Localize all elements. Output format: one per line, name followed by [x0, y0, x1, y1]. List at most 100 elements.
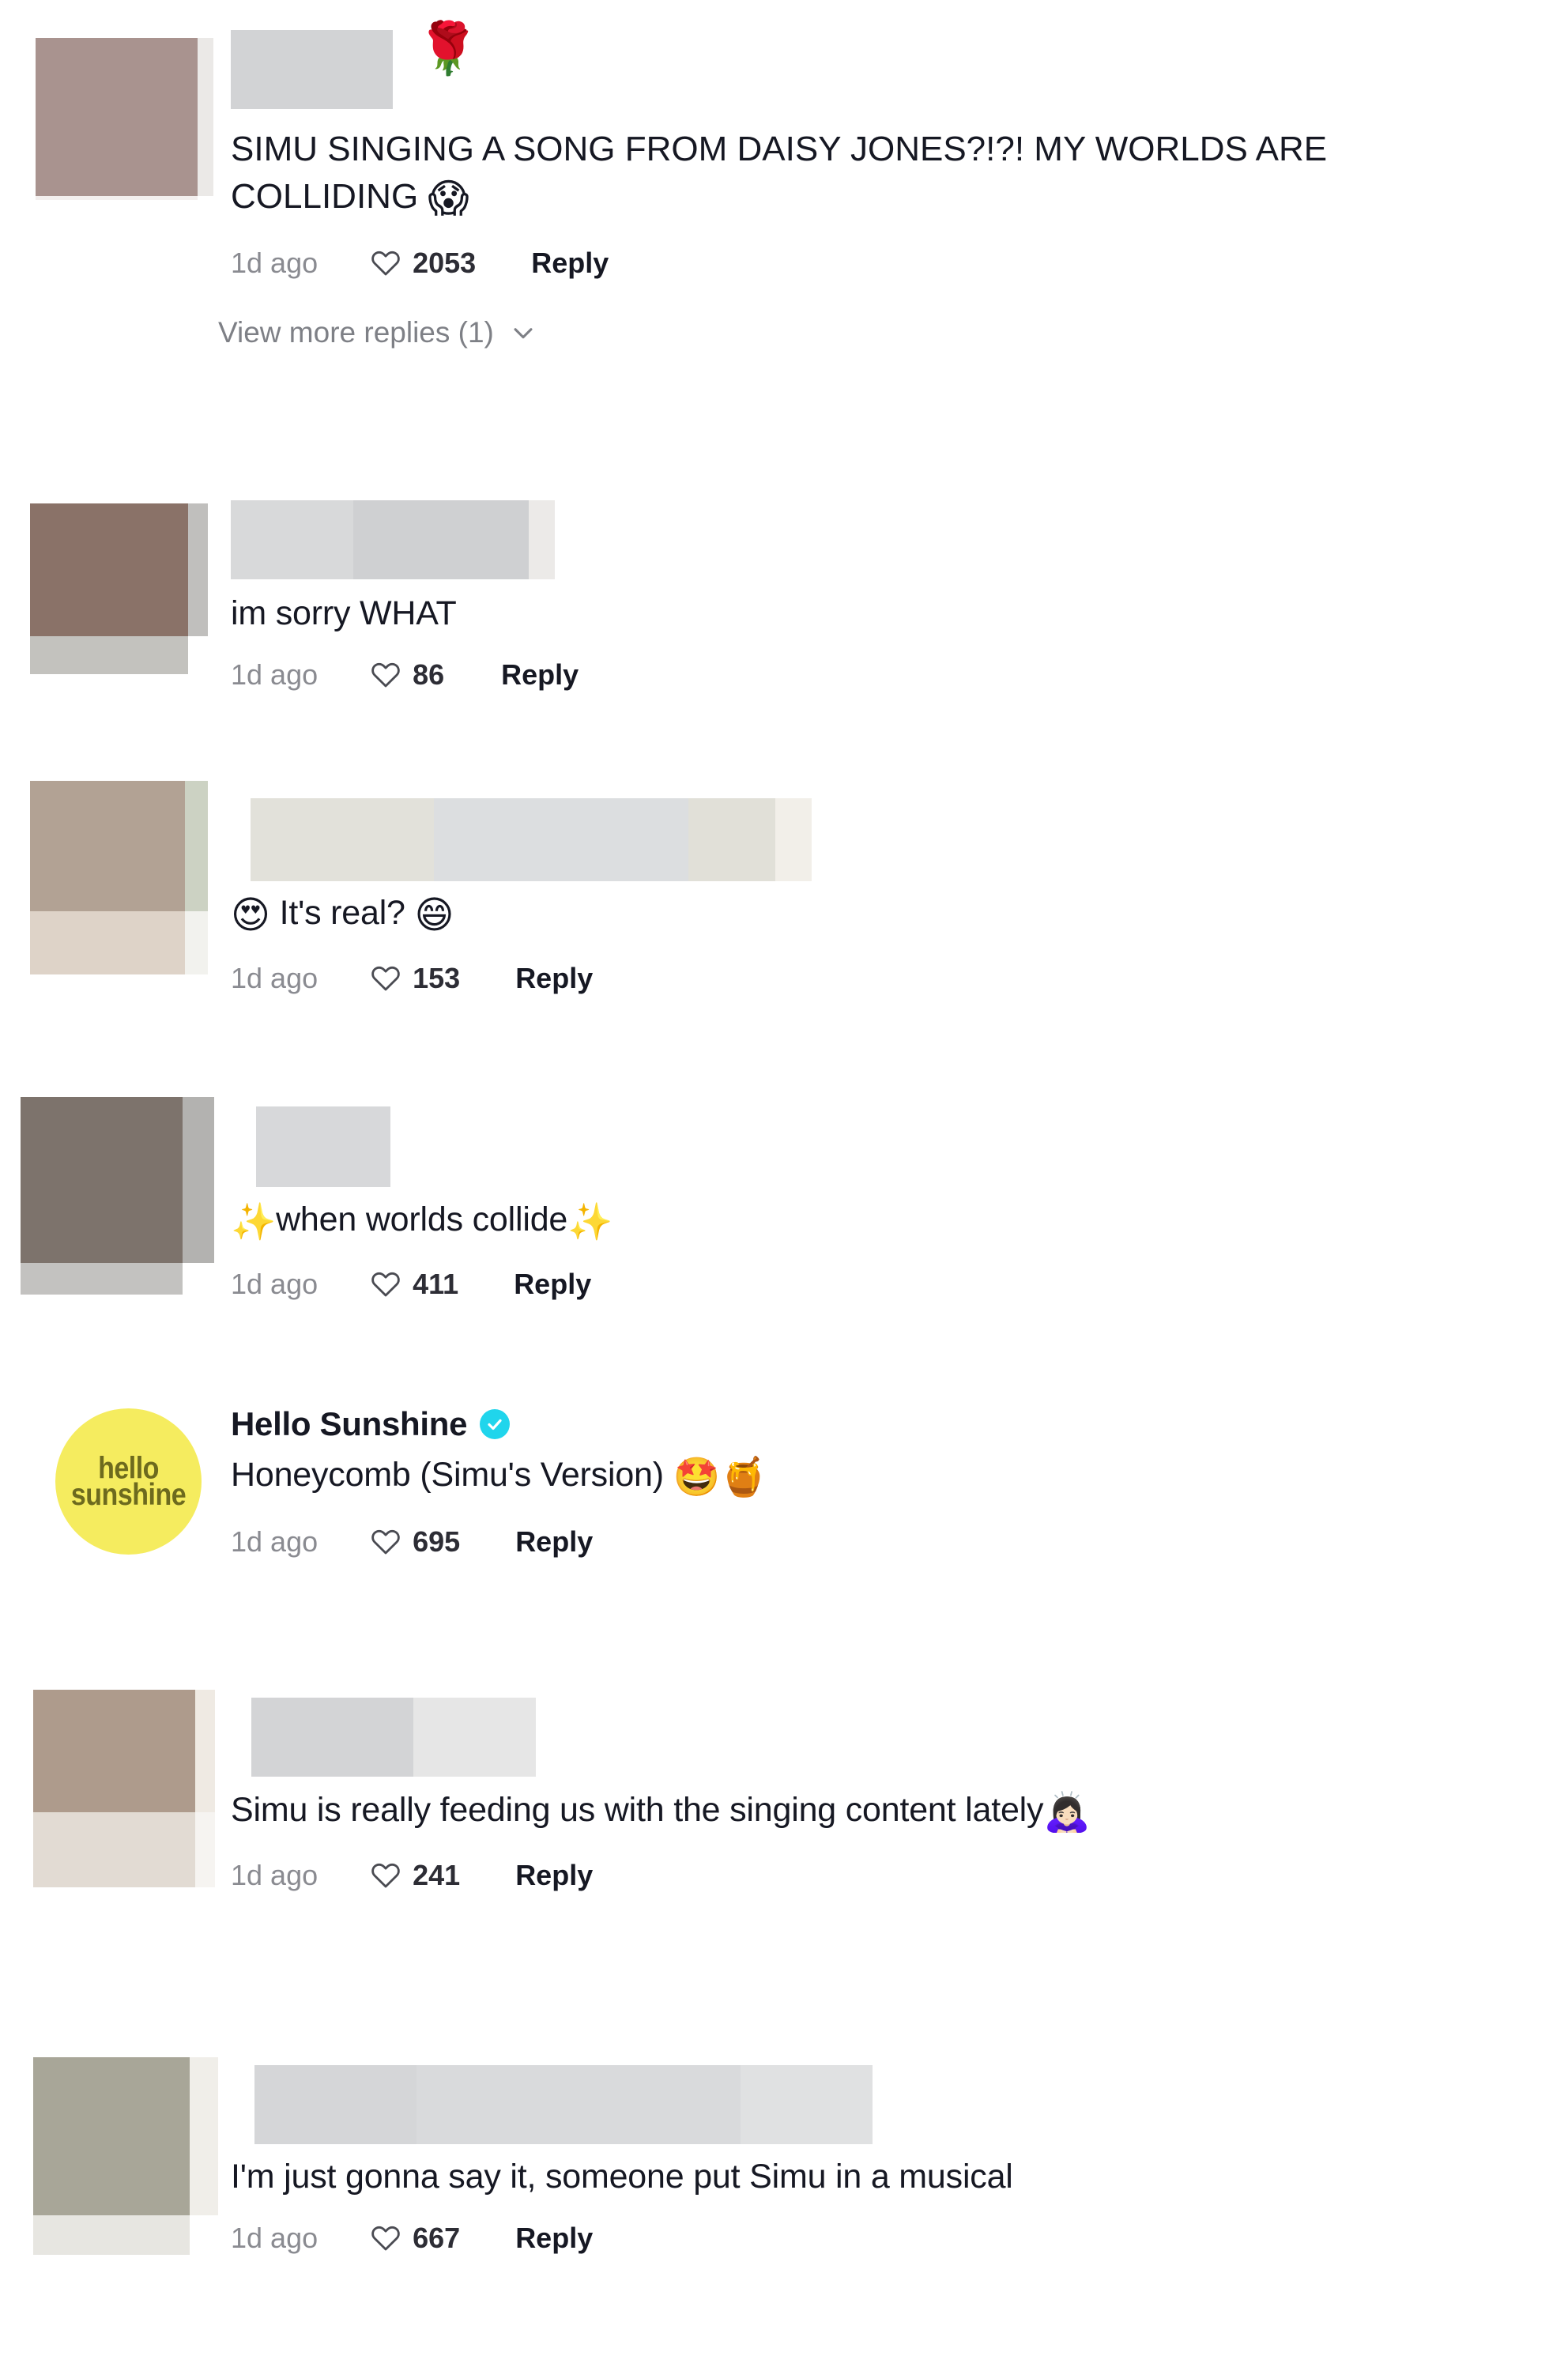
avatar-block	[190, 2057, 218, 2215]
avatar-block	[33, 1690, 195, 1812]
name-segment	[413, 1698, 536, 1777]
name-segment	[256, 1106, 390, 1187]
reply-button[interactable]: Reply	[515, 2222, 593, 2255]
comment-text-body: SIMU SINGING A SONG FROM DAISY JONES?!?!…	[231, 130, 1328, 217]
comment-text: Simu is really feeding us with the singi…	[231, 1788, 1393, 1837]
like-count: 153	[413, 962, 461, 995]
like-button[interactable]: 695	[370, 1525, 460, 1559]
avatar[interactable]: hello sunshine	[55, 1408, 202, 1555]
name-segment	[434, 798, 688, 881]
comment-text: I'm just gonna say it, someone put Simu …	[231, 2155, 1568, 2199]
comment-text: 😍 It's real? 😄	[231, 891, 1472, 940]
avatar[interactable]	[30, 781, 208, 978]
like-count: 2053	[413, 247, 477, 280]
heart-icon	[370, 963, 401, 994]
rose-icon: 🌹	[416, 20, 480, 78]
name-segment	[529, 500, 555, 579]
name-segment	[416, 2065, 741, 2144]
comment-body: 😍 It's real? 😄 1d ago 153 Reply	[231, 781, 1568, 995]
heart-icon	[370, 659, 401, 691]
view-more-replies-button[interactable]: View more replies (1)	[218, 316, 537, 349]
name-segment	[688, 798, 775, 881]
name-segment	[254, 2065, 416, 2144]
avatar-block	[198, 38, 213, 196]
star-struck-honey-emoji: 🤩🍯	[673, 1455, 767, 1499]
avatar-block	[36, 196, 198, 200]
avatar[interactable]	[30, 503, 208, 681]
avatar-block	[183, 1097, 214, 1263]
comment-meta: 1d ago 86 Reply	[231, 658, 1568, 692]
like-button[interactable]: 86	[370, 658, 444, 692]
comment-item: 😍 It's real? 😄 1d ago 153 Reply	[0, 781, 1568, 995]
name-segment	[775, 798, 812, 881]
username-placeholder[interactable]	[254, 2065, 873, 2144]
name-segment	[741, 2065, 873, 2144]
avatar-block	[33, 2215, 190, 2255]
like-count: 86	[413, 658, 445, 691]
avatar-block	[21, 1263, 183, 1295]
comment-meta: 1d ago 2053 Reply	[231, 247, 1568, 280]
comment-item: ✨when worlds collide✨ 1d ago 411 Reply	[0, 1089, 1568, 1301]
heart-eyes-emoji: 😍	[231, 893, 270, 937]
avatar-block	[185, 911, 208, 974]
username-placeholder[interactable]	[251, 798, 812, 881]
reply-button[interactable]: Reply	[501, 658, 579, 692]
like-button[interactable]: 411	[370, 1268, 458, 1301]
comment-body: Hello Sunshine Honeycomb (Simu's Version…	[231, 1393, 1568, 1559]
comment-item: Simu is really feeding us with the singi…	[0, 1666, 1568, 1892]
username-placeholder[interactable]	[231, 30, 393, 109]
comment-text-body: im sorry WHAT	[231, 594, 457, 632]
reply-button[interactable]: Reply	[514, 1268, 591, 1301]
username-placeholder[interactable]	[251, 1698, 536, 1777]
timestamp: 1d ago	[231, 1525, 318, 1559]
username-placeholder[interactable]	[256, 1106, 390, 1187]
timestamp: 1d ago	[231, 658, 318, 691]
avatar-logo-line2: sunshine	[70, 1476, 187, 1512]
avatar[interactable]	[36, 38, 213, 200]
bowing-woman-emoji: 🙇🏻‍♀️	[1043, 1790, 1091, 1834]
username[interactable]: Hello Sunshine	[231, 1405, 467, 1443]
like-button[interactable]: 667	[370, 2222, 460, 2255]
like-count: 667	[413, 2221, 461, 2254]
avatar-block	[30, 503, 188, 636]
comment-meta: 1d ago 411 Reply	[231, 1268, 1568, 1301]
like-count: 695	[413, 1525, 461, 1559]
reply-button[interactable]: Reply	[515, 1859, 593, 1892]
avatar-logo-text: hello sunshine	[70, 1453, 187, 1512]
comment-text: Honeycomb (Simu's Version) 🤩🍯	[231, 1453, 1472, 1502]
avatar-block	[33, 2057, 190, 2215]
avatar[interactable]	[21, 1097, 218, 1295]
reply-button[interactable]: Reply	[515, 962, 593, 995]
like-button[interactable]: 153	[370, 962, 460, 995]
comment-meta: 1d ago 695 Reply	[231, 1525, 1568, 1559]
avatar-block	[30, 911, 185, 974]
comment-body: ✨when worlds collide✨ 1d ago 411 Reply	[231, 1089, 1568, 1301]
timestamp: 1d ago	[231, 1268, 318, 1301]
comment-text: im sorry WHAT	[231, 592, 1472, 636]
heart-icon	[370, 1526, 401, 1558]
reply-button[interactable]: Reply	[515, 1525, 593, 1559]
comment-text-body: Simu is really feeding us with the singi…	[231, 1791, 1044, 1830]
avatar[interactable]	[33, 1690, 231, 1887]
verified-check-icon	[480, 1409, 511, 1439]
heart-icon	[370, 2222, 401, 2254]
comment-text: ✨when worlds collide✨	[231, 1198, 1472, 1246]
sparkles-emoji: ✨	[567, 1200, 613, 1243]
avatar-block	[33, 1812, 195, 1887]
comments-list: 🌹 SIMU SINGING A SONG FROM DAISY JONES?!…	[0, 0, 1568, 2371]
avatar-block	[195, 1690, 215, 1812]
comment-body: 🌹 SIMU SINGING A SONG FROM DAISY JONES?!…	[218, 0, 1568, 349]
heart-icon	[370, 247, 401, 279]
username-row[interactable]: Hello Sunshine	[231, 1405, 1568, 1443]
avatar-block	[188, 503, 208, 636]
comment-meta: 1d ago 241 Reply	[231, 1859, 1568, 1892]
comment-body: Simu is really feeding us with the singi…	[231, 1666, 1568, 1892]
username-placeholder[interactable]	[231, 500, 555, 579]
like-button[interactable]: 241	[370, 1859, 460, 1892]
grinning-emoji: 😄	[414, 893, 454, 937]
like-button[interactable]: 2053	[370, 247, 476, 280]
avatar-block	[195, 1812, 215, 1887]
avatar[interactable]	[33, 2057, 231, 2255]
comment-item: I'm just gonna say it, someone put Simu …	[0, 2043, 1568, 2255]
reply-button[interactable]: Reply	[531, 247, 609, 280]
